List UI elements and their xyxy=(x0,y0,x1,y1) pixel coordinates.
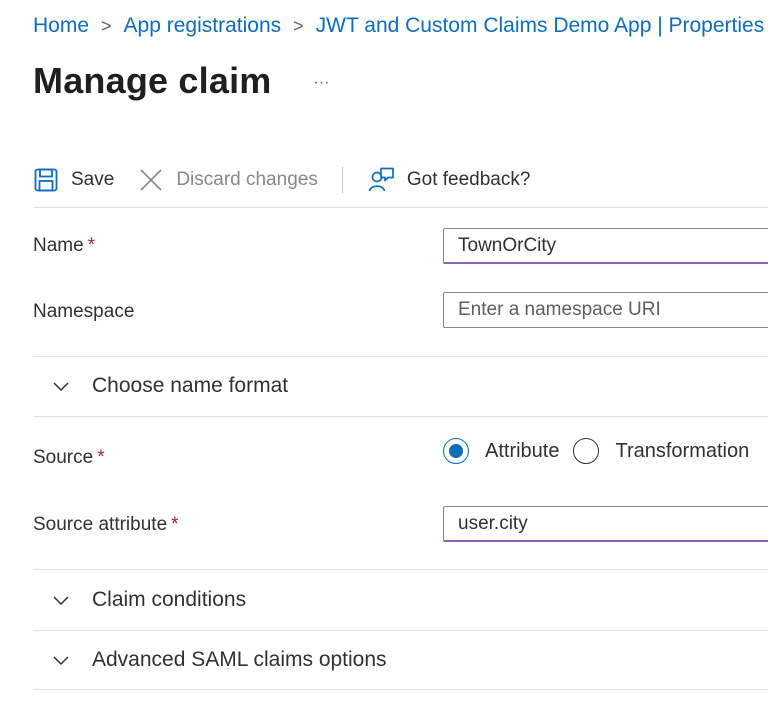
source-attribute-label: Source attribute * xyxy=(33,514,179,536)
breadcrumb-home[interactable]: Home xyxy=(33,14,89,38)
save-icon xyxy=(33,167,59,193)
required-marker: * xyxy=(171,514,179,535)
source-attribute-radio[interactable]: Attribute xyxy=(443,438,559,464)
divider xyxy=(33,630,768,631)
chevron-down-icon xyxy=(52,380,70,392)
more-options-button[interactable]: ··· xyxy=(314,74,330,92)
page-title: Manage claim xyxy=(33,60,272,101)
feedback-button[interactable]: Got feedback? xyxy=(367,166,531,194)
breadcrumb: Home > App registrations > JWT and Custo… xyxy=(33,14,764,38)
source-label: Source * xyxy=(33,447,105,469)
breadcrumb-app-properties[interactable]: JWT and Custom Claims Demo App | Propert… xyxy=(316,14,765,38)
radio-unselected-icon xyxy=(573,438,600,464)
title-row: Manage claim ··· xyxy=(33,60,329,102)
namespace-input[interactable] xyxy=(443,292,768,328)
choose-name-format-label: Choose name format xyxy=(92,374,289,397)
choose-name-format-toggle[interactable]: Choose name format xyxy=(52,374,288,398)
close-icon xyxy=(138,167,164,193)
claim-conditions-label: Claim conditions xyxy=(92,588,247,611)
divider xyxy=(33,207,768,208)
name-label: Name * xyxy=(33,235,95,257)
breadcrumb-app-registrations[interactable]: App registrations xyxy=(124,14,282,38)
chevron-down-icon xyxy=(52,654,70,666)
source-radio-group: Attribute Transformation xyxy=(443,438,749,464)
feedback-icon xyxy=(367,166,395,194)
source-transformation-radio-label: Transformation xyxy=(615,439,750,462)
advanced-saml-claims-toggle[interactable]: Advanced SAML claims options xyxy=(52,648,387,672)
source-attribute-label-text: Source attribute xyxy=(33,514,168,535)
source-label-text: Source xyxy=(33,447,94,468)
required-marker: * xyxy=(97,447,105,468)
manage-claim-page: Home > App registrations > JWT and Custo… xyxy=(0,0,768,715)
divider xyxy=(33,356,768,357)
claim-conditions-toggle[interactable]: Claim conditions xyxy=(52,588,246,612)
save-label: Save xyxy=(71,169,115,190)
name-input[interactable] xyxy=(443,228,768,264)
discard-changes-label: Discard changes xyxy=(176,169,318,190)
name-label-text: Name xyxy=(33,235,84,256)
feedback-label: Got feedback? xyxy=(406,169,531,190)
source-attribute-input[interactable] xyxy=(443,506,768,542)
breadcrumb-separator: > xyxy=(293,15,304,36)
divider xyxy=(33,689,768,690)
required-marker: * xyxy=(87,235,96,256)
radio-selected-icon xyxy=(443,438,469,464)
discard-changes-button[interactable]: Discard changes xyxy=(138,167,318,193)
command-bar: Save Discard changes Got feedback? xyxy=(33,160,530,200)
breadcrumb-separator: > xyxy=(101,15,112,36)
divider xyxy=(33,569,768,570)
advanced-saml-claims-label: Advanced SAML claims options xyxy=(92,648,387,671)
namespace-label: Namespace xyxy=(33,301,135,322)
divider xyxy=(33,416,768,417)
source-attribute-radio-label: Attribute xyxy=(485,439,560,462)
toolbar-divider xyxy=(341,167,343,193)
save-button[interactable]: Save xyxy=(33,167,114,193)
source-transformation-radio[interactable]: Transformation xyxy=(573,438,749,464)
chevron-down-icon xyxy=(52,594,70,606)
